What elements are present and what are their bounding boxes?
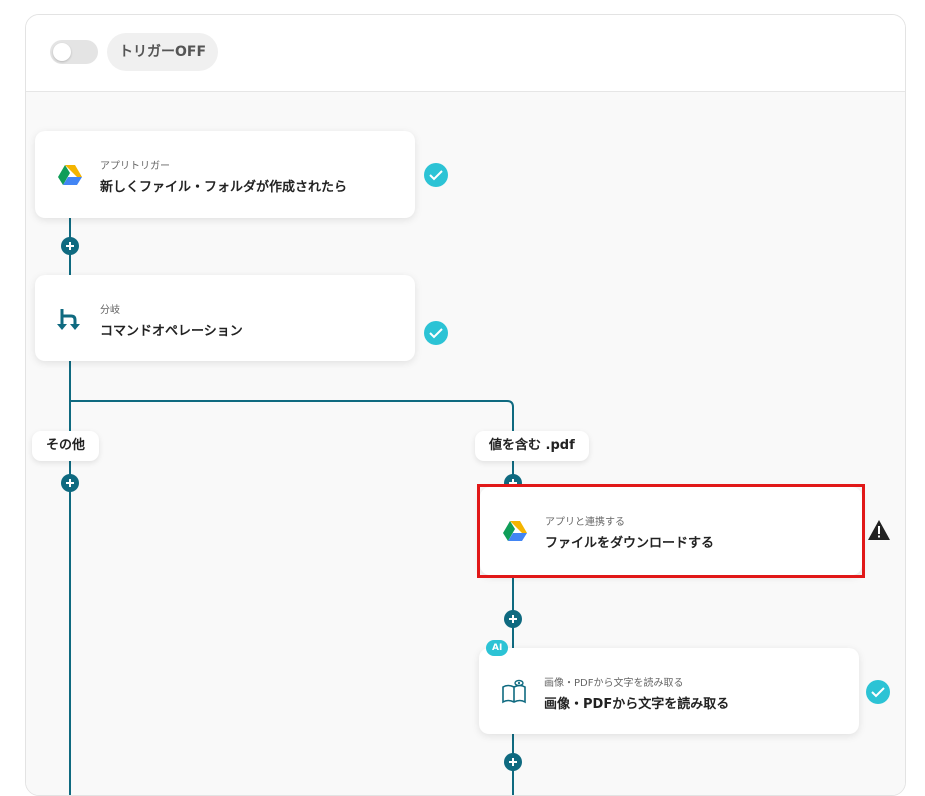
google-drive-icon <box>58 165 82 185</box>
step-type-label: 分岐 <box>100 305 120 316</box>
google-drive-icon <box>503 521 527 541</box>
step-card-ocr[interactable]: AI 画像・PDFから文字を読み取る 画像・PDFから文字を読み取る <box>479 640 859 734</box>
branch-connector <box>70 400 514 795</box>
step-card-branch[interactable]: 分岐 コマンドオペレーション <box>35 275 415 361</box>
trigger-status-label: トリガーOFF <box>107 33 219 71</box>
toggle-knob <box>53 43 71 61</box>
step-title: ファイルをダウンロードする <box>545 536 715 551</box>
book-eye-icon <box>502 679 526 704</box>
add-step-button[interactable] <box>61 474 79 492</box>
step-card-app-trigger[interactable]: アプリトリガー 新しくファイル・フォルダが作成されたら <box>35 131 415 218</box>
branch-label-other[interactable]: その他 <box>32 431 100 461</box>
check-icon <box>866 680 890 704</box>
step-type-label: アプリトリガー <box>100 161 170 172</box>
step-title: コマンドオペレーション <box>100 324 243 339</box>
check-icon <box>424 321 448 345</box>
step-type-label: アプリと連携する <box>545 517 625 528</box>
trigger-toggle[interactable] <box>50 40 98 64</box>
step-title: 新しくファイル・フォルダが作成されたら <box>100 180 348 195</box>
ai-badge: AI <box>486 640 509 656</box>
step-card-download-file[interactable]: アプリと連携する ファイルをダウンロードする <box>480 487 862 575</box>
workflow-editor: トリガーOFF アプリトリガー 新しくファイル・フォルダが作成されたら 分岐 コ… <box>25 14 906 796</box>
add-step-button[interactable] <box>504 753 522 771</box>
branch-icon <box>57 309 80 330</box>
add-step-button[interactable] <box>504 610 522 628</box>
branch-label-contains-pdf[interactable]: 値を含む .pdf <box>475 431 589 461</box>
check-icon <box>424 163 448 187</box>
flow-canvas: アプリトリガー 新しくファイル・フォルダが作成されたら 分岐 コマンドオペレーシ… <box>26 92 905 795</box>
editor-header: トリガーOFF <box>26 15 905 92</box>
warning-icon <box>868 520 890 540</box>
add-step-button[interactable] <box>61 237 79 255</box>
step-title: 画像・PDFから文字を読み取る <box>544 697 730 712</box>
step-type-label: 画像・PDFから文字を読み取る <box>544 678 684 689</box>
